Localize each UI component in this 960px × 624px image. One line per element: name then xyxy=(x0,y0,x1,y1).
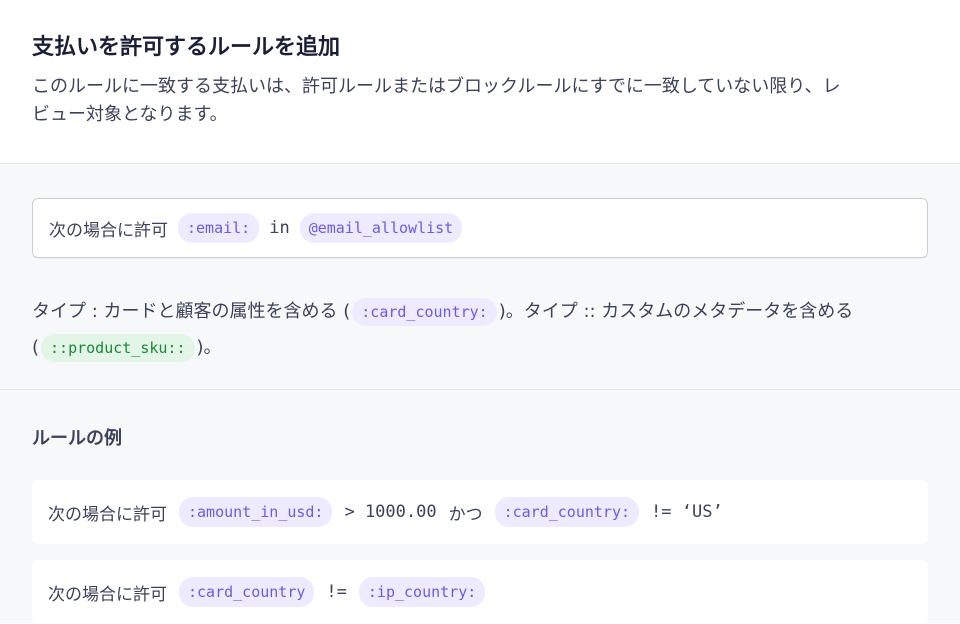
example-prefix: 次の場合に許可 xyxy=(48,584,167,605)
rule-prefix: 次の場合に許可 xyxy=(49,220,168,241)
rule-examples: ルールの例 次の場合に許可 :amount_in_usd: > 1000.00 … xyxy=(0,390,960,624)
example-field-chip: :card_country xyxy=(179,577,315,607)
example-operator: != xyxy=(326,582,347,602)
help-text-3: )。 xyxy=(196,337,222,358)
rule-operator: in xyxy=(269,218,290,238)
rule-input[interactable]: 次の場合に許可 :email: in @email_allowlist xyxy=(32,198,928,258)
example-rule-row[interactable]: 次の場合に許可 :card_country != :ip_country: xyxy=(32,560,928,624)
dialog-body: 次の場合に許可 :email: in @email_allowlist タイプ … xyxy=(0,164,960,624)
example-field-chip: :ip_country: xyxy=(358,577,486,607)
example-prefix: 次の場合に許可 xyxy=(48,504,167,525)
dialog-title: 支払いを許可するルールを追加 xyxy=(32,35,341,60)
rule-field-chip: :email: xyxy=(178,213,260,243)
dialog-description: このルールに一致する支払いは、許可ルールまたはブロックルールにすでに一致していな… xyxy=(32,76,841,125)
example-operator: != ‘US’ xyxy=(651,502,723,522)
example-field-chip: :card_country: xyxy=(494,497,640,527)
help-text-1: タイプ : カードと顧客の属性を含める ( xyxy=(32,301,351,322)
example-field-chip: :amount_in_usd: xyxy=(179,497,333,527)
help-chip-product-sku: ::product_sku:: xyxy=(41,334,195,362)
syntax-help: タイプ : カードと顧客の属性を含める (:card_country:)。タイプ… xyxy=(32,294,872,366)
example-operator: > 1000.00 xyxy=(344,502,437,522)
dialog-header: 支払いを許可するルールを追加 このルールに一致する支払いは、許可ルールまたはブロ… xyxy=(0,0,960,164)
add-allow-rule-dialog: 支払いを許可するルールを追加 このルールに一致する支払いは、許可ルールまたはブロ… xyxy=(0,0,960,624)
example-rule-row[interactable]: 次の場合に許可 :amount_in_usd: > 1000.00 かつ :ca… xyxy=(32,480,928,544)
rule-editor-section: 次の場合に許可 :email: in @email_allowlist タイプ … xyxy=(0,164,960,390)
rule-list-chip: @email_allowlist xyxy=(299,213,463,243)
help-chip-card-country: :card_country: xyxy=(352,298,497,326)
example-conjunction: かつ xyxy=(448,504,483,525)
examples-title: ルールの例 xyxy=(32,428,122,449)
